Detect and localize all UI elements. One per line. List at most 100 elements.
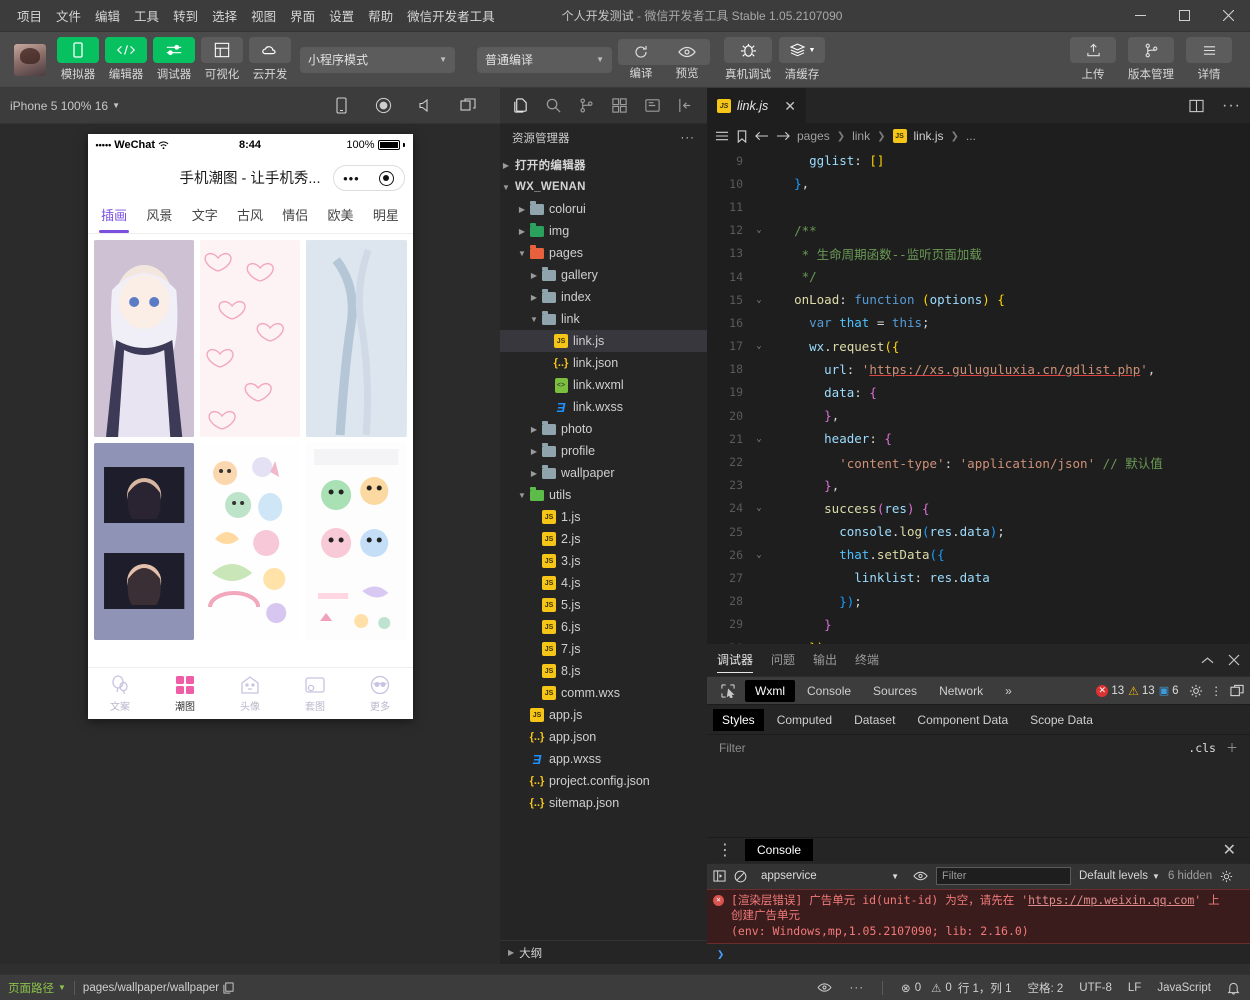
- close-icon[interactable]: ✕: [784, 98, 796, 115]
- console-context-select[interactable]: appservice ▼: [755, 868, 905, 884]
- tree-file-link.wxss[interactable]: Ǝlink.wxss: [500, 396, 707, 418]
- tree-folder-link[interactable]: ▼ link: [500, 308, 707, 330]
- window-icon[interactable]: [460, 98, 476, 113]
- toolbar-button-4[interactable]: 云开发: [246, 37, 294, 82]
- phone-tab-3[interactable]: 古风: [227, 199, 272, 233]
- grid-item[interactable]: [306, 443, 407, 640]
- search-icon[interactable]: [537, 89, 570, 123]
- tree-folder-index[interactable]: ▶ index: [500, 286, 707, 308]
- tree-folder-pages[interactable]: ▼ pages: [500, 242, 707, 264]
- tree-folder-photo[interactable]: ▶ photo: [500, 418, 707, 440]
- tree-file-1.js[interactable]: JS 1.js: [500, 506, 707, 528]
- menu-item-2[interactable]: 编辑: [88, 2, 127, 29]
- close-icon[interactable]: [1206, 0, 1250, 32]
- forward-arrow-icon[interactable]: [776, 130, 790, 142]
- grid-item[interactable]: [306, 240, 407, 437]
- phone-tab-6[interactable]: 明星: [363, 199, 408, 233]
- preview-button[interactable]: [664, 39, 710, 65]
- record-icon[interactable]: [375, 97, 392, 114]
- grid-item[interactable]: [93, 443, 194, 640]
- tree-folder-colorui[interactable]: ▶ colorui: [500, 198, 707, 220]
- problems-indicator[interactable]: ⊗ 0 ⚠ 0: [901, 981, 952, 995]
- chevron-down-icon[interactable]: ▼: [516, 491, 528, 500]
- tree-file-7.js[interactable]: JS 7.js: [500, 638, 707, 660]
- filter-input[interactable]: Filter: [719, 741, 746, 755]
- tree-file-4.js[interactable]: JS 4.js: [500, 572, 707, 594]
- fold-toggle-icon[interactable]: ⌄: [751, 341, 767, 351]
- tree-file-8.js[interactable]: JS 8.js: [500, 660, 707, 682]
- collapse-icon[interactable]: [669, 89, 702, 123]
- breadcrumb-item-file[interactable]: link.js: [914, 129, 944, 143]
- style-tab-scope-data[interactable]: Scope Data: [1021, 709, 1102, 731]
- fold-toggle-icon[interactable]: ⌄: [751, 434, 767, 444]
- fold-toggle-icon[interactable]: ⌄: [751, 225, 767, 235]
- volume-icon[interactable]: [418, 98, 434, 113]
- console-settings-icon[interactable]: [1220, 870, 1233, 883]
- tree-file-comm.wxs[interactable]: JS comm.wxs: [500, 682, 707, 704]
- devtools-panel-tab-输出[interactable]: 输出: [813, 644, 837, 676]
- style-tab-styles[interactable]: Styles: [713, 708, 764, 731]
- clear-cache-button[interactable]: ▼ 清缓存: [776, 37, 828, 82]
- issue-counts[interactable]: ✕ 13 ⚠ 13 ▣ 6 ⋮: [1096, 684, 1244, 698]
- close-icon[interactable]: ✕: [1223, 840, 1246, 860]
- devtools-panel-tab-调试器[interactable]: 调试器: [717, 644, 754, 676]
- tree-file-5.js[interactable]: JS 5.js: [500, 594, 707, 616]
- tree-file-6.js[interactable]: JS 6.js: [500, 616, 707, 638]
- debug-icon[interactable]: [636, 89, 669, 123]
- grid-item[interactable]: [199, 240, 301, 437]
- encoding[interactable]: UTF-8: [1079, 982, 1112, 994]
- back-arrow-icon[interactable]: [755, 130, 769, 142]
- chevron-right-icon[interactable]: ▶: [528, 271, 540, 280]
- eye-icon[interactable]: [817, 982, 832, 993]
- chevron-up-icon[interactable]: [1201, 656, 1214, 665]
- add-rule-icon[interactable]: ＋: [1216, 739, 1238, 756]
- avatar[interactable]: [14, 43, 46, 76]
- phone-tab-5[interactable]: 欧美: [318, 199, 363, 233]
- warning-count[interactable]: ⚠ 13: [1128, 684, 1155, 698]
- more-icon[interactable]: ···: [681, 132, 696, 144]
- split-editor-icon[interactable]: [1180, 88, 1213, 123]
- tree-file-link.js[interactable]: JS link.js: [500, 330, 707, 352]
- chevron-right-icon[interactable]: ▶: [528, 425, 540, 434]
- toolbar-button-1[interactable]: 编辑器: [102, 37, 150, 82]
- breadcrumb-item-pages[interactable]: pages: [797, 129, 830, 143]
- rotate-icon[interactable]: [334, 97, 349, 114]
- breadcrumb-item-more[interactable]: ...: [966, 129, 976, 143]
- fold-toggle-icon[interactable]: ⌄: [751, 550, 767, 560]
- chevron-right-icon[interactable]: ▶: [516, 205, 528, 214]
- phone-tab-1[interactable]: 风景: [137, 199, 182, 233]
- tree-file-app.wxss[interactable]: Ǝapp.wxss: [500, 748, 707, 770]
- style-tab-computed[interactable]: Computed: [768, 709, 841, 731]
- toolbar-button-3[interactable]: 可视化: [198, 37, 246, 82]
- toolbar-button-0[interactable]: 模拟器: [54, 37, 102, 82]
- breadcrumb-item-link[interactable]: link: [852, 129, 870, 143]
- menu-item-9[interactable]: 帮助: [361, 2, 400, 29]
- indentation[interactable]: 空格: 2: [1028, 980, 1064, 996]
- inspector-overflow[interactable]: »: [995, 680, 1022, 702]
- compile-button[interactable]: [618, 39, 664, 65]
- bookmark-icon[interactable]: [736, 129, 748, 143]
- chevron-right-icon[interactable]: ▶: [528, 293, 540, 302]
- more-icon[interactable]: ···: [1213, 88, 1250, 123]
- tree-folder-gallery[interactable]: ▶ gallery: [500, 264, 707, 286]
- tree-file-project.config.json[interactable]: {..} project.config.json: [500, 770, 707, 792]
- tree-file-app.json[interactable]: {..} app.json: [500, 726, 707, 748]
- source-control-icon[interactable]: [570, 89, 603, 123]
- capsule-button[interactable]: •••: [332, 165, 405, 191]
- minimize-icon[interactable]: [1118, 0, 1162, 32]
- element-picker-icon[interactable]: [713, 683, 743, 698]
- menu-item-0[interactable]: 项目: [10, 2, 49, 29]
- maximize-icon[interactable]: [1162, 0, 1206, 32]
- chevron-down-icon[interactable]: ▼: [528, 315, 540, 324]
- line-ending[interactable]: LF: [1128, 982, 1141, 994]
- more-icon[interactable]: •••: [343, 171, 360, 186]
- phone-tab-2[interactable]: 文字: [182, 199, 227, 233]
- tree-file-link.wxml[interactable]: <> link.wxml: [500, 374, 707, 396]
- gear-icon[interactable]: [1183, 684, 1203, 698]
- clear-console-icon[interactable]: [734, 870, 747, 883]
- more-icon[interactable]: ···: [850, 982, 865, 994]
- cls-button[interactable]: .cls: [1188, 741, 1216, 755]
- tree-file-sitemap.json[interactable]: {..} sitemap.json: [500, 792, 707, 814]
- menu-item-6[interactable]: 视图: [244, 2, 283, 29]
- style-tab-component-data[interactable]: Component Data: [908, 709, 1017, 731]
